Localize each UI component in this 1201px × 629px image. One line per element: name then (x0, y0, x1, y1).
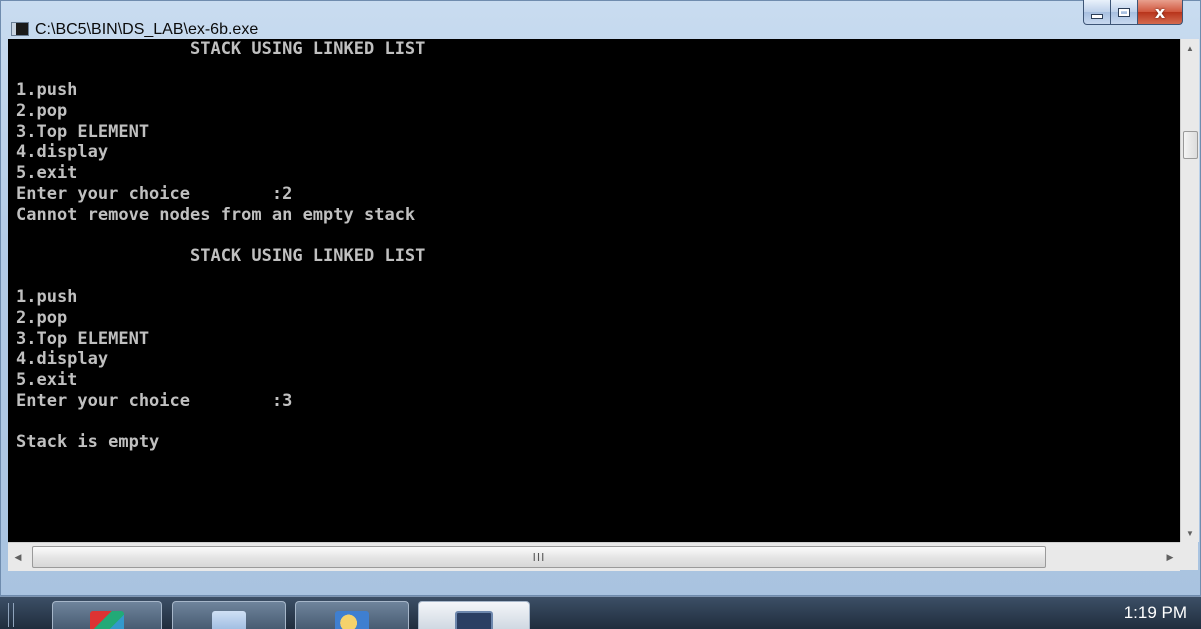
scroll-grip-icon: III (532, 550, 546, 564)
console-output[interactable]: STACK USING LINKED LIST 1.push 2.pop 3.Top … (8, 39, 1180, 542)
console-line: Cannot remove nodes from an empty stack (16, 204, 416, 225)
console-line: 4.display (16, 349, 109, 370)
console-line: 4.display (16, 142, 109, 163)
app-3-icon (335, 611, 369, 629)
console-window-icon (455, 611, 493, 629)
console-line: STACK USING LINKED LIST (16, 39, 426, 59)
taskbar-button-app-3[interactable] (295, 601, 409, 629)
app-2-icon (212, 611, 246, 629)
close-button[interactable]: x (1138, 0, 1183, 25)
console-line: 5.exit (16, 370, 78, 390)
desktop: C:\BC5\BIN\DS_LAB\ex-6b.exe x STACK USIN… (0, 0, 1201, 629)
window-title: C:\BC5\BIN\DS_LAB\ex-6b.exe (35, 21, 259, 38)
console-line: Enter your choice :3 (16, 390, 293, 411)
console-line: 2.pop (16, 307, 68, 328)
vertical-scroll-thumb[interactable] (1183, 131, 1198, 159)
console-app-icon[interactable] (11, 22, 29, 36)
title-bar[interactable]: C:\BC5\BIN\DS_LAB\ex-6b.exe x (0, 0, 1201, 39)
console-line: 3.Top ELEMENT (16, 121, 150, 142)
console-line: Enter your choice :2 (16, 183, 293, 204)
resize-grip[interactable] (1180, 542, 1198, 570)
app-1-icon (90, 611, 124, 629)
taskbar-button-console-window[interactable] (418, 601, 530, 629)
console-text: STACK USING LINKED LIST 1.push 2.pop 3.Top … (16, 39, 425, 453)
taskbar-button-app-2[interactable] (172, 601, 286, 629)
console-window: C:\BC5\BIN\DS_LAB\ex-6b.exe x STACK USIN… (0, 0, 1201, 596)
console-line: 5.exit (16, 163, 78, 184)
scroll-right-icon[interactable]: ▶ (1160, 543, 1180, 571)
minimize-button[interactable] (1083, 0, 1111, 25)
taskbar-clock[interactable]: 1:19 PM (1124, 603, 1187, 623)
taskbar: 1:19 PM (0, 596, 1201, 629)
scroll-left-icon[interactable]: ◀ (8, 543, 28, 571)
window-controls: x (1083, 0, 1183, 26)
taskbar-handle[interactable] (8, 603, 14, 627)
console-line: 3.Top ELEMENT (16, 328, 150, 349)
horizontal-scrollbar[interactable]: ◀ III ▶ (8, 542, 1180, 571)
console-line: 1.push (16, 80, 78, 101)
maximize-icon (1118, 7, 1130, 17)
minimize-icon (1091, 13, 1103, 19)
taskbar-button-app-1[interactable] (52, 601, 162, 629)
scroll-down-icon[interactable]: ▼ (1181, 524, 1199, 542)
console-line: 1.push (16, 287, 78, 308)
vertical-scrollbar[interactable]: ▲ ▼ (1180, 39, 1199, 542)
console-line: 2.pop (16, 101, 68, 122)
console-line: Stack is empty (16, 432, 160, 453)
scroll-up-icon[interactable]: ▲ (1181, 39, 1199, 57)
console-line: STACK USING LINKED LIST (16, 245, 426, 266)
close-icon: x (1154, 2, 1166, 22)
maximize-button[interactable] (1111, 0, 1138, 25)
horizontal-scroll-thumb[interactable]: III (32, 546, 1046, 568)
